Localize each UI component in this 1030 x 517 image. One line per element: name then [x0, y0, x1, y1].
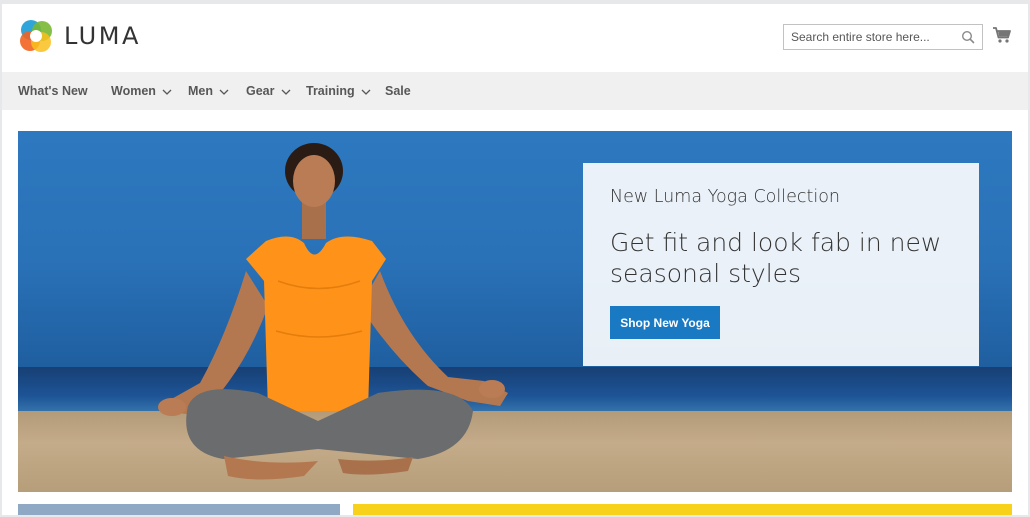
promo-title: Get fit and look fab in new seasonal sty… [610, 228, 942, 288]
hero-banner[interactable]: New Luma Yoga Collection Get fit and loo… [18, 131, 1012, 492]
chevron-down-icon [219, 84, 229, 98]
logo-text: LUMA [64, 22, 141, 50]
yoga-model-image [158, 143, 508, 480]
nav-item-gear[interactable]: Gear [246, 72, 291, 110]
chevron-down-icon [361, 84, 371, 98]
search-input[interactable] [784, 25, 954, 49]
promo-tile-right[interactable] [353, 504, 1012, 515]
luma-logo-icon [20, 20, 52, 52]
logo-link[interactable]: LUMA [18, 18, 141, 54]
page: LUMA What's New Women [2, 4, 1028, 515]
nav-item-label: Men [188, 84, 213, 98]
search-icon[interactable] [961, 30, 975, 49]
chevron-down-icon [281, 84, 291, 98]
nav-item-label: Women [111, 84, 156, 98]
chevron-down-icon [162, 84, 172, 98]
promo-tile-left[interactable] [18, 504, 340, 515]
nav-item-whats-new[interactable]: What's New [18, 72, 88, 110]
nav-item-label: Training [306, 84, 355, 98]
nav-item-label: Gear [246, 84, 275, 98]
nav-item-men[interactable]: Men [188, 72, 229, 110]
search-box [783, 24, 983, 50]
cart-icon[interactable] [992, 26, 1012, 49]
site-header: LUMA [2, 4, 1028, 72]
nav-item-label: What's New [18, 84, 88, 98]
main-navigation: What's New Women Men Gear Training Sale [2, 72, 1028, 110]
promo-panel: New Luma Yoga Collection Get fit and loo… [583, 163, 979, 366]
nav-item-women[interactable]: Women [111, 72, 172, 110]
nav-item-label: Sale [385, 84, 411, 98]
nav-item-training[interactable]: Training [306, 72, 371, 110]
promo-subtitle: New Luma Yoga Collection [610, 187, 841, 207]
shop-new-yoga-button[interactable]: Shop New Yoga [610, 306, 720, 339]
nav-item-sale[interactable]: Sale [385, 72, 411, 110]
